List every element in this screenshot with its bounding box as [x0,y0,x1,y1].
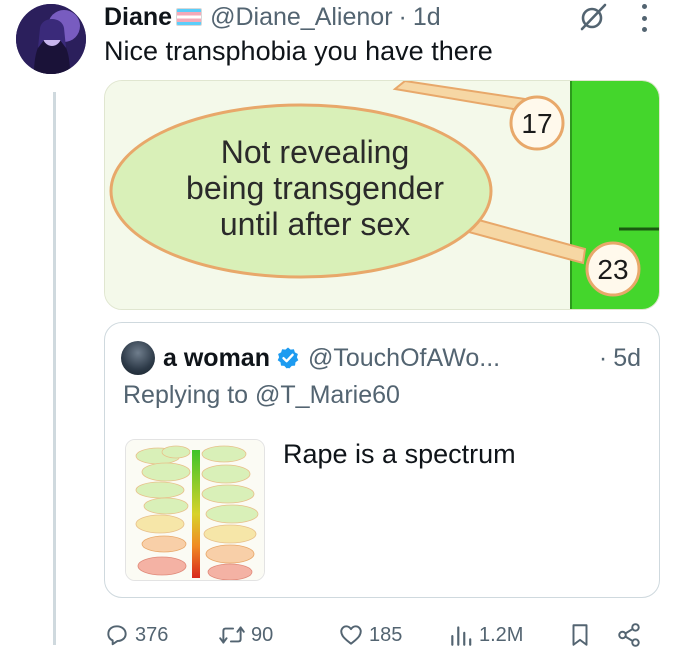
quoted-timestamp[interactable]: 5d [613,344,641,373]
retweet-count: 90 [251,623,274,646]
tweet-header: Diane @Diane_Alienor · 1d [104,2,441,32]
share-button[interactable] [616,622,647,648]
quoted-avatar[interactable] [121,341,155,375]
media-badge-bottom: 23 [597,254,628,285]
retweet-button[interactable]: 90 [218,622,273,648]
thread-connector-line [53,92,56,645]
bookmark-icon [572,624,588,646]
media-bubble-line-3: until after sex [220,206,410,242]
bookmark-button[interactable] [568,622,597,648]
replying-to-line: Replying to @T_Marie60 [123,381,400,410]
quoted-display-name[interactable]: a woman [163,344,270,373]
reply-button[interactable]: 376 [104,622,168,648]
share-icon [618,623,640,647]
user-handle[interactable]: @Diane_Alienor [210,3,392,32]
separator-dot: · [398,2,407,31]
quoted-separator-dot: · [598,343,608,372]
replying-to-prefix: Replying to [123,381,249,409]
reply-count: 376 [135,623,169,646]
trans-flag-icon [176,8,203,26]
tweet-media-image[interactable]: 17 23 Not revealing being transgender un… [104,80,660,310]
quoted-tweet-text: Rape is a spectrum [283,439,516,469]
tweet-action-bar: 376 90 185 1.2M [104,618,660,652]
grok-icon[interactable] [578,2,608,32]
more-options-icon[interactable] [638,4,650,32]
retweet-icon [219,626,245,644]
display-name[interactable]: Diane [104,3,172,32]
quoted-handle[interactable]: @TouchOfAWo... [308,344,500,373]
heart-icon [340,625,362,645]
like-count: 185 [369,623,403,646]
tweet-text: Nice transphobia you have there [104,36,493,66]
quoted-header: a woman @TouchOfAWo... [163,341,500,375]
avatar[interactable] [16,4,86,74]
verified-badge-icon [277,347,299,369]
media-bubble-line-2: being transgender [186,170,444,206]
quoted-timestamp-group: · 5d [593,341,641,375]
replying-to-mention[interactable]: @T_Marie60 [255,381,400,409]
media-badge-top: 17 [521,108,552,139]
quoted-media-thumbnail[interactable] [125,439,265,581]
avatar-illustration [16,4,86,74]
like-button[interactable]: 185 [338,622,402,648]
views-button[interactable]: 1.2M [448,622,523,648]
tweet-timestamp[interactable]: 1d [413,3,441,32]
reply-icon [107,625,127,646]
analytics-icon [451,626,472,646]
view-count: 1.2M [479,623,524,646]
media-bubble-line-1: Not revealing [221,134,410,170]
quoted-tweet[interactable]: a woman @TouchOfAWo... · 5d Replying to … [104,322,660,598]
